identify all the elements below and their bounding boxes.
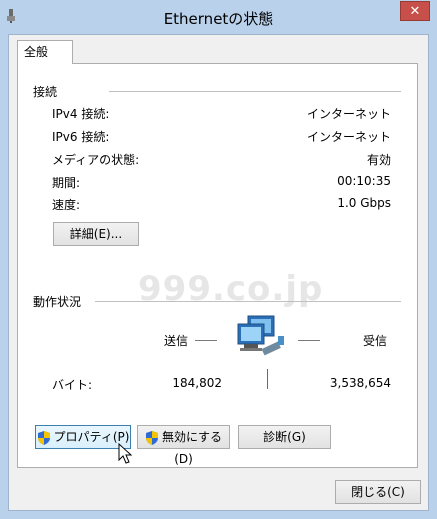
ipv4-label: IPv4 接続:	[52, 107, 110, 121]
ipv4-value: インターネット	[306, 107, 391, 121]
bytes-label: バイト:	[52, 378, 93, 392]
activity-group-title: 動作状況	[33, 295, 82, 309]
close-window-button[interactable]: ✕	[400, 1, 430, 21]
uac-shield-icon	[37, 430, 50, 445]
speed-label: 速度:	[52, 198, 81, 212]
ipv6-label: IPv6 接続:	[52, 130, 110, 144]
general-tab-panel: 接続 IPv4 接続: インターネット IPv6 接続: インターネット メディ…	[17, 63, 418, 468]
activity-group-divider	[95, 301, 401, 302]
received-line	[298, 340, 320, 341]
window-title: Ethernetの状態	[163, 10, 274, 28]
network-activity-icon	[237, 315, 284, 356]
watermark: 999.co.jp	[138, 269, 324, 309]
disable-button[interactable]: 無効にする(D)	[137, 425, 230, 466]
media-state-value: 有効	[366, 153, 391, 167]
connection-group-divider	[109, 91, 401, 92]
ipv6-value: インターネット	[306, 130, 391, 144]
close-button[interactable]: 閉じる(C)	[335, 480, 421, 504]
bytes-divider	[267, 369, 268, 389]
bytes-received-value: 3,538,654	[329, 376, 391, 390]
duration-label: 期間:	[52, 176, 81, 190]
bytes-sent-value: 184,802	[172, 376, 222, 390]
sent-label: 送信	[164, 334, 189, 348]
details-button[interactable]: 詳細(E)...	[53, 222, 139, 246]
uac-shield-icon	[145, 430, 158, 445]
duration-value: 00:10:35	[337, 174, 391, 188]
dialog-client-area: 全般 接続 IPv4 接続: インターネット IPv6 接続: インターネット …	[8, 34, 429, 511]
properties-button-label: プロパティ(P)	[53, 430, 130, 444]
sent-line	[195, 340, 217, 341]
ethernet-status-window: Ethernetの状態 ✕ 全般 接続 IPv4 接続: インターネット IPv…	[0, 0, 437, 519]
received-label: 受信	[363, 334, 388, 348]
media-state-label: メディアの状態:	[52, 153, 140, 167]
tab-general[interactable]: 全般	[17, 40, 73, 64]
mouse-cursor-icon	[118, 443, 133, 464]
title-bar[interactable]: Ethernetの状態 ✕	[0, 0, 437, 34]
properties-button[interactable]: プロパティ(P)	[35, 425, 131, 449]
diagnose-button[interactable]: 診断(G)	[238, 425, 331, 449]
speed-value: 1.0 Gbps	[337, 196, 391, 210]
disable-button-label: 無効にする(D)	[161, 430, 223, 466]
connection-group-title: 接続	[33, 85, 58, 99]
